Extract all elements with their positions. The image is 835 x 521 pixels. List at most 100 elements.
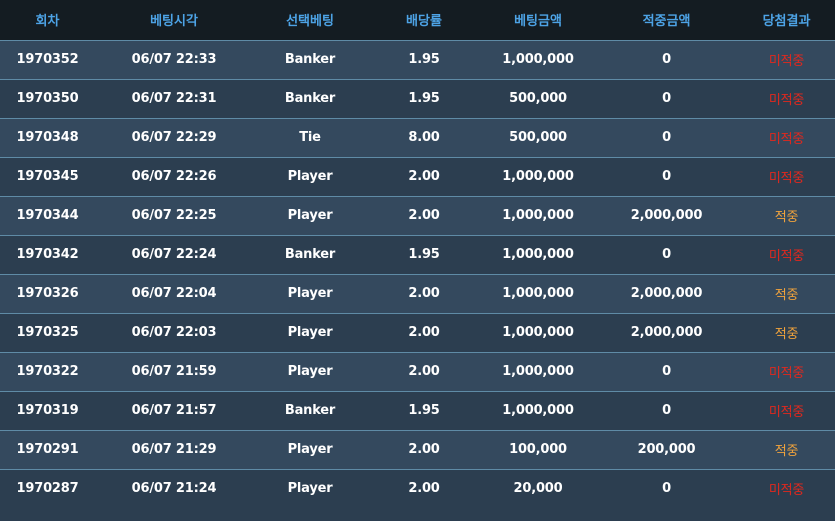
- bet-time-cell: 06/07 22:03: [131, 325, 217, 340]
- header-bet-amount: 베팅금액: [514, 14, 562, 30]
- bet-time-cell: 06/07 21:29: [131, 442, 217, 457]
- header-selected-bet: 선택베팅: [286, 14, 334, 30]
- round-cell: 1970348: [16, 130, 79, 145]
- bet-time-cell: 06/07 21:24: [131, 481, 217, 497]
- round-cell: 1970344: [16, 208, 79, 223]
- odds-cell: 2.00: [408, 364, 440, 379]
- table-row: 1970326 06/07 22:04 Player 2.00 1,000,000 2,0…: [0, 274, 835, 313]
- bet-amount-cell: 1,000,000: [502, 325, 574, 340]
- round-cell: 1970326: [16, 286, 79, 301]
- header-result: 당첨결과: [762, 14, 811, 30]
- bet-amount-cell: 1,000,000: [502, 52, 574, 67]
- bet-amount-cell: 100,000: [509, 442, 567, 457]
- bet-time-cell: 06/07 22:29: [131, 130, 217, 145]
- odds-cell: 1.95: [408, 247, 440, 262]
- header-odds: 배당률: [406, 14, 442, 30]
- result-cell: 미적중: [768, 54, 805, 69]
- result-cell: 미적중: [768, 483, 805, 499]
- result-cell: 적중: [774, 210, 799, 225]
- header-win-amount: 적중금액: [642, 14, 691, 30]
- table-row: 1970345 06/07 22:26 Player 2.00 1,000,000 0 미적…: [0, 157, 835, 196]
- win-amount-cell: 0: [662, 481, 671, 497]
- win-amount-cell: 0: [662, 364, 671, 379]
- selected-bet-cell: Banker: [284, 403, 336, 418]
- bet-time-cell: 06/07 22:04: [131, 286, 217, 301]
- round-cell: 1970325: [16, 325, 79, 340]
- bet-time-cell: 06/07 22:33: [131, 52, 217, 67]
- win-amount-cell: 2,000,000: [630, 286, 703, 301]
- odds-cell: 2.00: [408, 325, 440, 340]
- round-cell: 1970322: [16, 364, 79, 379]
- round-cell: 1970291: [16, 442, 79, 457]
- win-amount-cell: 0: [662, 130, 671, 145]
- bet-amount-cell: 1,000,000: [502, 247, 574, 262]
- win-amount-cell: 0: [662, 403, 671, 418]
- table-row: 1970325 06/07 22:03 Player 2.00 1,000,000 2,0…: [0, 313, 835, 352]
- win-amount-cell: 2,000,000: [630, 208, 703, 223]
- bet-time-cell: 06/07 22:25: [131, 208, 217, 223]
- bet-time-cell: 06/07 22:26: [131, 169, 217, 184]
- table-row: 1970291 06/07 21:29 Player 2.00 100,000 200,0…: [0, 430, 835, 469]
- table-row: 1970350 06/07 22:31 Banker 1.95 500,000 0 미적중: [0, 79, 835, 118]
- selected-bet-cell: Player: [287, 169, 333, 184]
- result-cell: 미적중: [768, 249, 805, 264]
- bet-amount-cell: 1,000,000: [502, 286, 574, 301]
- win-amount-cell: 0: [662, 52, 671, 67]
- selected-bet-cell: Banker: [284, 91, 336, 106]
- result-cell: 적중: [774, 288, 799, 303]
- bet-amount-cell: 500,000: [509, 130, 567, 145]
- result-cell: 미적중: [768, 132, 805, 147]
- selected-bet-cell: Player: [287, 286, 333, 301]
- bet-amount-cell: 1,000,000: [502, 208, 574, 223]
- bet-amount-cell: 500,000: [509, 91, 567, 106]
- odds-cell: 2.00: [408, 481, 440, 497]
- win-amount-cell: 0: [662, 169, 671, 184]
- round-cell: 1970345: [16, 169, 79, 184]
- bet-amount-cell: 1,000,000: [502, 169, 574, 184]
- table-row: 1970352 06/07 22:33 Banker 1.95 1,000,000 0 미적…: [0, 40, 835, 79]
- selected-bet-cell: Player: [287, 481, 333, 497]
- selected-bet-cell: Player: [287, 442, 333, 457]
- odds-cell: 2.00: [408, 169, 440, 184]
- result-cell: 미적중: [768, 93, 805, 108]
- selected-bet-cell: Tie: [299, 130, 321, 145]
- table-row: 1970287 06/07 21:24 Player 2.00 20,000 0 미적중: [0, 469, 835, 508]
- round-cell: 1970287: [16, 481, 79, 497]
- round-cell: 1970352: [16, 52, 79, 67]
- bet-amount-cell: 1,000,000: [502, 403, 574, 418]
- table-row: 1970344 06/07 22:25 Player 2.00 1,000,000 2,0…: [0, 196, 835, 235]
- bet-time-cell: 06/07 22:24: [131, 247, 217, 262]
- table-header: 회차 베팅시각 선택베팅 배당률 베팅금액 적중금액 당첨결과: [0, 0, 835, 40]
- round-cell: 1970342: [16, 247, 79, 262]
- bet-amount-cell: 1,000,000: [502, 364, 574, 379]
- header-bet-time: 베팅시각: [150, 14, 198, 30]
- result-cell: 미적중: [768, 366, 805, 381]
- odds-cell: 2.00: [408, 442, 440, 457]
- selected-bet-cell: Banker: [284, 247, 336, 262]
- table-row: 1970322 06/07 21:59 Player 2.00 1,000,000 0 미적…: [0, 352, 835, 391]
- odds-cell: 8.00: [408, 130, 440, 145]
- table-row: 1970342 06/07 22:24 Banker 1.95 1,000,000 0 미적…: [0, 235, 835, 274]
- table-row: 1970348 06/07 22:29 Tie 8.00 500,000 0 미적중: [0, 118, 835, 157]
- odds-cell: 1.95: [408, 403, 440, 418]
- header-round: 회차: [35, 14, 60, 30]
- bet-amount-cell: 20,000: [513, 481, 563, 497]
- bet-time-cell: 06/07 21:59: [131, 364, 217, 379]
- header-row: 회차 베팅시각 선택베팅 배당률 베팅금액 적중금액 당첨결과: [0, 0, 835, 40]
- odds-cell: 1.95: [408, 52, 440, 67]
- table-body: 1970352 06/07 22:33 Banker 1.95 1,000,000 0 미적…: [0, 40, 835, 508]
- betting-history-table: 회차 베팅시각 선택베팅 배당률 베팅금액 적중금액 당첨결과 1970352 0…: [0, 0, 835, 508]
- table-row: 1970319 06/07 21:57 Banker 1.95 1,000,000 0 미적…: [0, 391, 835, 430]
- result-cell: 적중: [774, 444, 799, 459]
- selected-bet-cell: Player: [287, 364, 333, 379]
- selected-bet-cell: Banker: [284, 52, 336, 67]
- selected-bet-cell: Player: [287, 208, 333, 223]
- round-cell: 1970350: [16, 91, 79, 106]
- odds-cell: 1.95: [408, 91, 440, 106]
- win-amount-cell: 200,000: [637, 442, 696, 457]
- win-amount-cell: 2,000,000: [630, 325, 703, 340]
- odds-cell: 2.00: [408, 208, 440, 223]
- win-amount-cell: 0: [662, 91, 671, 106]
- result-cell: 적중: [774, 327, 799, 342]
- round-cell: 1970319: [16, 403, 79, 418]
